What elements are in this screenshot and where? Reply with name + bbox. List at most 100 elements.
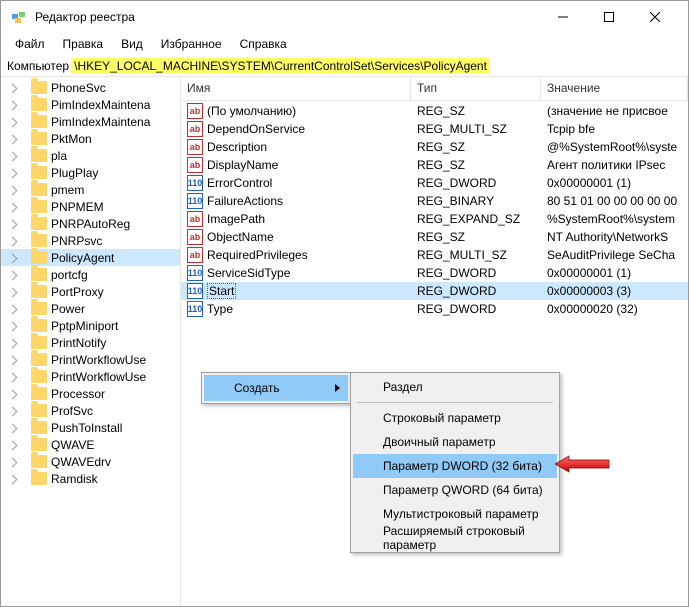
value-data: Агент политики IPsec	[541, 158, 688, 172]
value-name: FailureActions	[207, 194, 283, 208]
folder-icon	[31, 149, 47, 162]
folder-icon	[31, 132, 47, 145]
tree-item[interactable]: QWAVE	[1, 436, 180, 453]
menu-item-key[interactable]: Раздел	[353, 375, 557, 399]
tree-item-label: PNPMEM	[51, 200, 104, 214]
table-row[interactable]: abDependOnServiceREG_MULTI_SZTcpip bfe	[181, 120, 688, 138]
tree-item[interactable]: PhoneSvc	[1, 79, 180, 96]
tree-item[interactable]: PNRPAutoReg	[1, 215, 180, 232]
close-button[interactable]	[632, 2, 678, 32]
maximize-button[interactable]	[586, 2, 632, 32]
tree-item[interactable]: PlugPlay	[1, 164, 180, 181]
tree-item-label: Processor	[51, 387, 105, 401]
folder-icon	[31, 438, 47, 451]
value-type: REG_EXPAND_SZ	[411, 212, 541, 226]
value-name: RequiredPrivileges	[207, 248, 308, 262]
menu-item-binary[interactable]: Двоичный параметр	[353, 430, 557, 454]
tree-item[interactable]: PimIndexMaintena	[1, 96, 180, 113]
tree-item-label: pla	[51, 149, 67, 163]
value-name: ObjectName	[207, 230, 274, 244]
menu-view[interactable]: Вид	[113, 34, 151, 54]
value-name: DisplayName	[207, 158, 278, 172]
reg-bin-icon: 110	[187, 175, 203, 191]
tree-item[interactable]: PimIndexMaintena	[1, 113, 180, 130]
table-row[interactable]: 110ErrorControlREG_DWORD0x00000001 (1)	[181, 174, 688, 192]
table-row[interactable]: ab(По умолчанию)REG_SZ(значение не присв…	[181, 102, 688, 120]
tree-item[interactable]: PktMon	[1, 130, 180, 147]
menu-item-create[interactable]: Создать	[204, 375, 348, 401]
workspace: PhoneSvcPimIndexMaintenaPimIndexMaintena…	[1, 77, 688, 606]
tree-item[interactable]: PolicyAgent	[1, 249, 180, 266]
address-bar[interactable]: Компьютер\HKEY_LOCAL_MACHINE\SYSTEM\Curr…	[1, 55, 688, 77]
reg-str-icon: ab	[187, 157, 203, 173]
reg-str-icon: ab	[187, 229, 203, 245]
tree-item-label: PortProxy	[51, 285, 104, 299]
reg-bin-icon: 110	[187, 301, 203, 317]
menu-favorites[interactable]: Избранное	[153, 34, 230, 54]
folder-icon	[31, 302, 47, 315]
value-name: ImagePath	[207, 212, 265, 226]
tree-item-label: pmem	[51, 183, 84, 197]
tree-item[interactable]: Processor	[1, 385, 180, 402]
menu-help[interactable]: Справка	[232, 34, 295, 54]
tree-item[interactable]: PortProxy	[1, 283, 180, 300]
menu-file[interactable]: Файл	[7, 34, 53, 54]
tree-item-label: ProfSvc	[51, 404, 93, 418]
menu-item-qword[interactable]: Параметр QWORD (64 бита)	[353, 478, 557, 502]
col-name[interactable]: Имя	[181, 77, 411, 100]
value-type: REG_SZ	[411, 104, 541, 118]
folder-icon	[31, 404, 47, 417]
menu-item-dword[interactable]: Параметр DWORD (32 бита)	[353, 454, 557, 478]
table-row[interactable]: 110StartREG_DWORD0x00000003 (3)	[181, 282, 688, 300]
folder-icon	[31, 319, 47, 332]
table-row[interactable]: abRequiredPrivilegesREG_MULTI_SZSeAuditP…	[181, 246, 688, 264]
table-row[interactable]: abObjectNameREG_SZNT Authority\NetworkS	[181, 228, 688, 246]
value-name: (По умолчанию)	[207, 104, 296, 118]
reg-bin-icon: 110	[187, 265, 203, 281]
tree-item[interactable]: PNRPsvc	[1, 232, 180, 249]
tree-item-label: PlugPlay	[51, 166, 98, 180]
tree-item[interactable]: ProfSvc	[1, 402, 180, 419]
table-row[interactable]: abImagePathREG_EXPAND_SZ%SystemRoot%\sys…	[181, 210, 688, 228]
minimize-button[interactable]	[540, 2, 586, 32]
tree-item[interactable]: PrintNotify	[1, 334, 180, 351]
tree-item[interactable]: PptpMiniport	[1, 317, 180, 334]
tree-item[interactable]: PNPMEM	[1, 198, 180, 215]
menu-item-multistring[interactable]: Мультистроковый параметр	[353, 502, 557, 526]
tree-item-label: PhoneSvc	[51, 81, 106, 95]
tree-panel[interactable]: PhoneSvcPimIndexMaintenaPimIndexMaintena…	[1, 77, 181, 606]
table-row[interactable]: abDescriptionREG_SZ@%SystemRoot%\syste	[181, 138, 688, 156]
col-value[interactable]: Значение	[541, 77, 688, 100]
table-row[interactable]: 110ServiceSidTypeREG_DWORD0x00000001 (1)	[181, 264, 688, 282]
tree-item[interactable]: Power	[1, 300, 180, 317]
table-row[interactable]: abDisplayNameREG_SZАгент политики IPsec	[181, 156, 688, 174]
table-row[interactable]: 110FailureActionsREG_BINARY80 51 01 00 0…	[181, 192, 688, 210]
tree-item[interactable]: pla	[1, 147, 180, 164]
table-row[interactable]: 110TypeREG_DWORD0x00000020 (32)	[181, 300, 688, 318]
tree-item[interactable]: pmem	[1, 181, 180, 198]
reg-str-icon: ab	[187, 247, 203, 263]
value-name: Start	[207, 283, 236, 299]
col-type[interactable]: Тип	[411, 77, 541, 100]
tree-item[interactable]: PushToInstall	[1, 419, 180, 436]
menu-item-label: Параметр QWORD (64 бита)	[383, 483, 543, 497]
reg-str-icon: ab	[187, 103, 203, 119]
tree-item-label: PNRPAutoReg	[51, 217, 130, 231]
menu-edit[interactable]: Правка	[55, 34, 112, 54]
menu-item-string[interactable]: Строковый параметр	[353, 406, 557, 430]
tree-item[interactable]: portcfg	[1, 266, 180, 283]
menu-item-label: Раздел	[383, 380, 423, 394]
value-type: REG_DWORD	[411, 302, 541, 316]
address-path: \HKEY_LOCAL_MACHINE\SYSTEM\CurrentContro…	[71, 58, 490, 74]
tree-item-label: PrintWorkflowUse	[51, 353, 146, 367]
value-data: 0x00000001 (1)	[541, 266, 688, 280]
tree-item[interactable]: PrintWorkflowUse	[1, 351, 180, 368]
tree-item[interactable]: PrintWorkflowUse	[1, 368, 180, 385]
value-data: 0x00000001 (1)	[541, 176, 688, 190]
tree-item-label: Ramdisk	[51, 472, 98, 486]
tree-item[interactable]: Ramdisk	[1, 470, 180, 487]
menu-item-expandstring[interactable]: Расширяемый строковый параметр	[353, 526, 557, 550]
tree-item[interactable]: QWAVEdrv	[1, 453, 180, 470]
reg-bin-icon: 110	[187, 283, 203, 299]
tree-item-label: PolicyAgent	[51, 251, 114, 265]
